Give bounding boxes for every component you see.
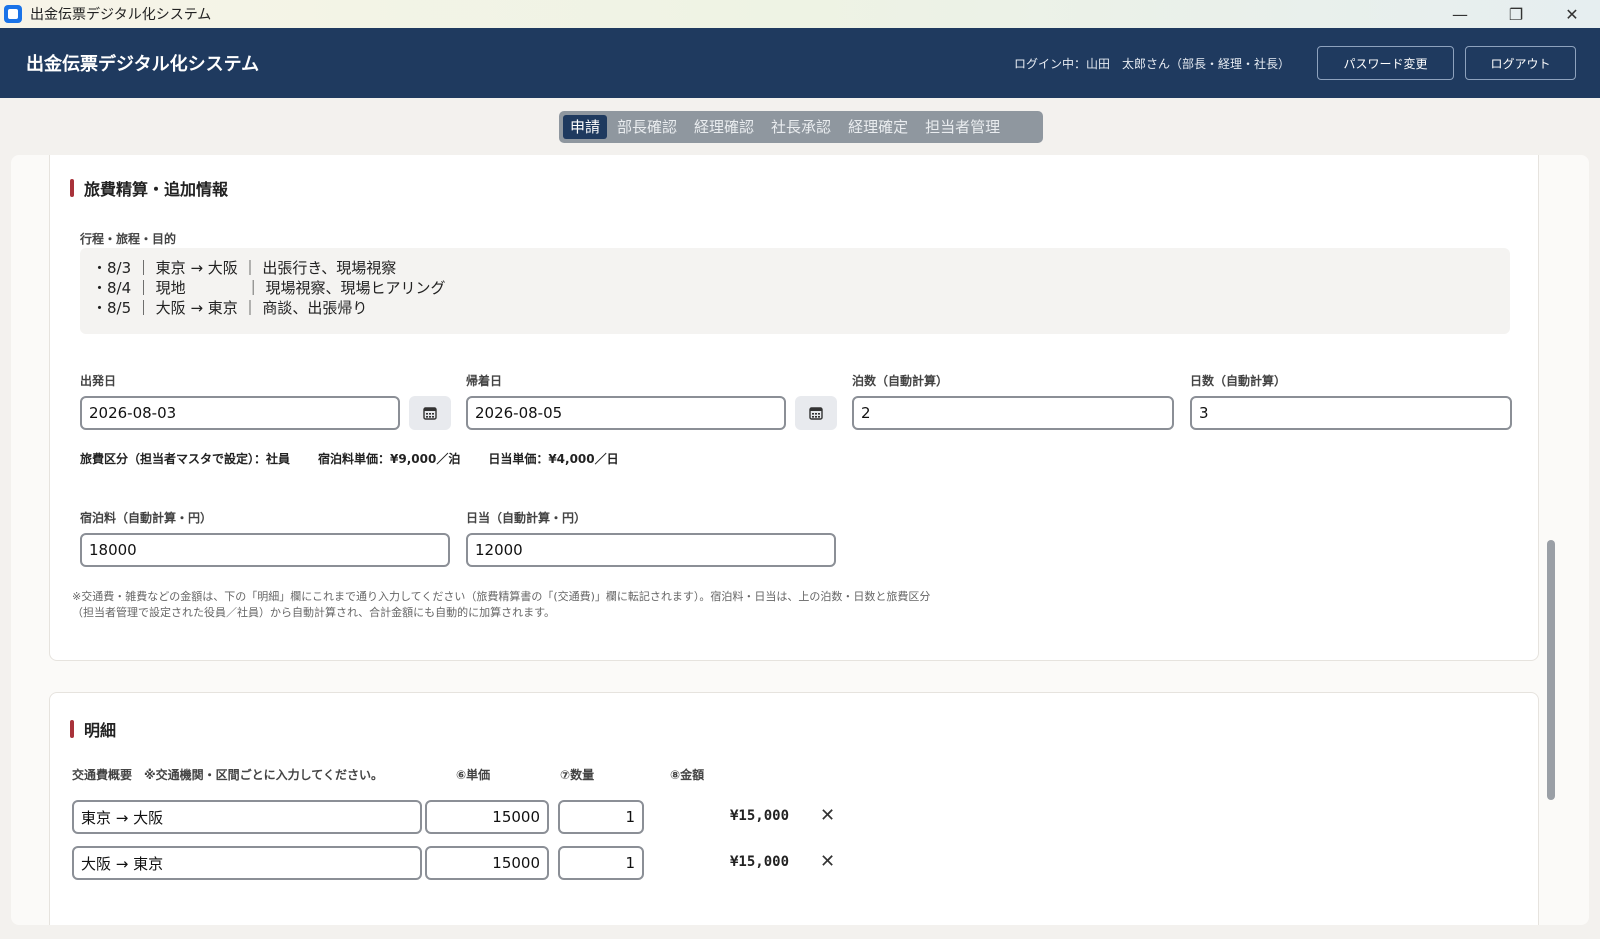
detail-summary-input[interactable]: 東京 → 大阪	[72, 800, 422, 834]
details-section-title-text: 明細	[84, 721, 117, 740]
daily-rate: 日当単価：¥4,000／日	[488, 452, 619, 466]
travel-section-title-text: 旅費精算・追加情報	[84, 180, 229, 199]
window-title: 出金伝票デジタル化システム	[30, 7, 212, 23]
col-qty-header: ⑦数量	[560, 768, 595, 782]
return-label: 帰着日	[466, 374, 503, 388]
calendar-icon	[809, 407, 823, 420]
nav-tabs: 申請 部長確認 経理確認 社長承認 経理確定 担当者管理	[559, 111, 1043, 143]
change-password-button[interactable]: パスワード変更	[1317, 46, 1454, 80]
col-unit-price-header: ⑥単価	[456, 768, 491, 782]
detail-qty-input[interactable]: 1	[558, 800, 644, 834]
col-summary-header: 交通費概要 ※交通機関・区間ごとに入力してください。	[72, 768, 383, 782]
travel-category: 旅費区分（担当者マスタで設定）：社員	[80, 452, 291, 466]
app-title: 出金伝票デジタル化システム	[26, 54, 260, 75]
nights-label: 泊数（自動計算）	[852, 374, 949, 388]
travel-rate-info: 旅費区分（担当者マスタで設定）：社員 宿泊料単価：¥9,000／泊 日当単価：¥…	[80, 450, 647, 467]
daily-label: 日当（自動計算・円）	[466, 511, 587, 525]
return-date-input[interactable]: 2026-08-05	[466, 396, 786, 430]
lodging-rate: 宿泊料単価：¥9,000／泊	[318, 452, 461, 466]
tab-president-approval[interactable]: 社長承認	[764, 115, 838, 139]
travel-section-title: 旅費精算・追加情報	[70, 176, 228, 200]
app-header: 出金伝票デジタル化システム ログイン中：山田 太郎さん（部長・経理・社長） パス…	[0, 28, 1600, 98]
detail-summary-input[interactable]: 大阪 → 東京	[72, 846, 422, 880]
tab-staff-management[interactable]: 担当者管理	[918, 115, 1007, 139]
days-label: 日数（自動計算）	[1190, 374, 1287, 388]
tab-apply[interactable]: 申請	[563, 115, 608, 139]
tab-manager-check[interactable]: 部長確認	[610, 115, 684, 139]
tab-accounting-check[interactable]: 経理確認	[687, 115, 761, 139]
logout-button[interactable]: ログアウト	[1465, 46, 1576, 80]
details-section: 明細 交通費概要 ※交通機関・区間ごとに入力してください。 ⑥単価 ⑦数量 ⑧金…	[49, 692, 1539, 925]
lodging-input[interactable]: 18000	[80, 533, 450, 567]
calendar-icon	[423, 407, 437, 420]
maximize-icon[interactable]: ❐	[1488, 0, 1544, 28]
minimize-icon[interactable]: —	[1432, 0, 1488, 28]
tab-accounting-confirm[interactable]: 経理確定	[841, 115, 915, 139]
login-info: ログイン中：山田 太郎さん（部長・経理・社長）	[1013, 57, 1290, 71]
detail-amount: ¥15,000	[730, 854, 790, 870]
nights-input[interactable]: 2	[852, 396, 1174, 430]
travel-section: 旅費精算・追加情報 行程・旅程・目的 ・8/3 ｜ 東京 → 大阪 ｜ 出張行き…	[49, 155, 1539, 661]
itinerary-label: 行程・旅程・目的	[80, 232, 177, 246]
main-panel: 旅費精算・追加情報 行程・旅程・目的 ・8/3 ｜ 東京 → 大阪 ｜ 出張行き…	[11, 155, 1589, 925]
departure-label: 出発日	[80, 374, 117, 388]
return-calendar-button[interactable]	[795, 396, 837, 430]
daily-allowance-input[interactable]: 12000	[466, 533, 836, 567]
departure-calendar-button[interactable]	[409, 396, 451, 430]
details-section-title: 明細	[70, 717, 116, 741]
days-input[interactable]: 3	[1190, 396, 1512, 430]
departure-date-input[interactable]: 2026-08-03	[80, 396, 400, 430]
delete-row-icon[interactable]: ✕	[820, 851, 835, 872]
delete-row-icon[interactable]: ✕	[820, 805, 835, 826]
section-marker	[70, 720, 74, 738]
vertical-scrollbar[interactable]	[1547, 540, 1555, 800]
col-amount-header: ⑧金額	[670, 768, 705, 782]
detail-unit-price-input[interactable]: 15000	[425, 800, 549, 834]
detail-qty-input[interactable]: 1	[558, 846, 644, 880]
detail-amount: ¥15,000	[730, 808, 790, 824]
close-icon[interactable]: ✕	[1544, 0, 1600, 28]
itinerary-textarea[interactable]: ・8/3 ｜ 東京 → 大阪 ｜ 出張行き、現場視察 ・8/4 ｜ 現地 ｜ 現…	[80, 248, 1510, 334]
window-titlebar: 出金伝票デジタル化システム — ❐ ✕	[0, 0, 1600, 28]
lodging-label: 宿泊料（自動計算・円）	[80, 511, 213, 525]
window-controls: — ❐ ✕	[1432, 0, 1600, 28]
travel-note: ※交通費・雑費などの金額は、下の「明細」欄にこれまで通り入力してください（旅費精…	[72, 590, 931, 619]
section-marker	[70, 179, 74, 197]
app-icon	[4, 5, 22, 23]
detail-unit-price-input[interactable]: 15000	[425, 846, 549, 880]
